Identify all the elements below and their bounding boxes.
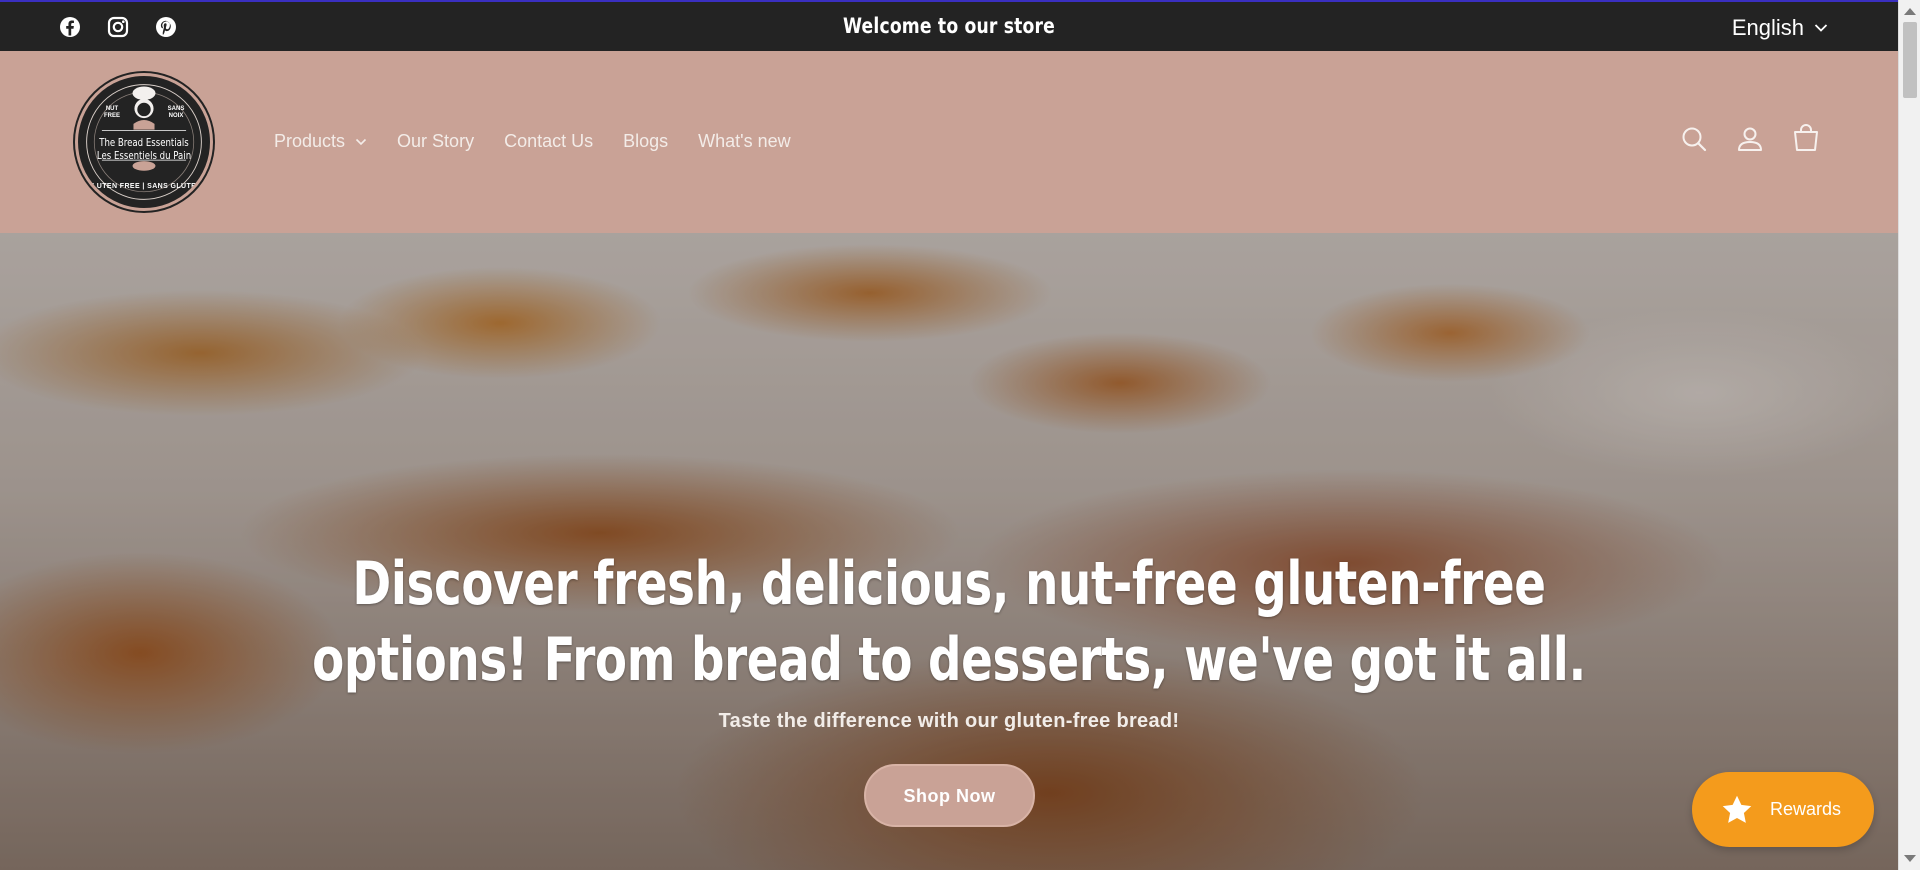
- scrollbar-thumb[interactable]: [1903, 22, 1917, 98]
- page: Welcome to our store English NUT FREE SA…: [0, 0, 1898, 870]
- logo-name-line1: The Bread Essentials: [99, 136, 189, 149]
- search-icon[interactable]: [1680, 124, 1708, 154]
- account-icon[interactable]: [1736, 124, 1764, 154]
- nav-item-label: What's new: [698, 131, 791, 151]
- logo-name: The Bread Essentials Les Essentiels du P…: [93, 136, 196, 162]
- announcement-bar: Welcome to our store English: [0, 0, 1898, 51]
- chevron-down-icon: [1814, 24, 1828, 32]
- instagram-icon[interactable]: [106, 15, 130, 39]
- header-actions: [1680, 124, 1820, 154]
- shop-now-button[interactable]: Shop Now: [864, 764, 1035, 827]
- nav-item-blogs[interactable]: Blogs: [623, 131, 668, 152]
- social-links: [58, 15, 178, 39]
- language-selector[interactable]: English: [1732, 15, 1828, 41]
- main-nav: Products Our Story Contact Us Blogs What…: [274, 131, 791, 152]
- hero-title-line1: Discover fresh, delicious, nut-free glut…: [352, 549, 1546, 619]
- language-label: English: [1731, 15, 1804, 40]
- hero-banner: Discover fresh, delicious, nut-free glut…: [0, 233, 1898, 870]
- nav-item-our-story[interactable]: Our Story: [397, 131, 474, 152]
- page-scrollbar[interactable]: [1898, 0, 1920, 870]
- logo-name-line2: Les Essentiels du Pain: [96, 149, 192, 162]
- cart-icon[interactable]: [1792, 124, 1820, 154]
- announcement-text: Welcome to our store: [842, 14, 1056, 38]
- logo-tag-nut-free: NUT FREE: [103, 106, 120, 119]
- star-icon: [1722, 795, 1752, 823]
- hero-title-line2: options! From bread to desserts, we've g…: [312, 625, 1586, 695]
- nav-item-products[interactable]: Products: [274, 131, 367, 152]
- nav-item-contact-us[interactable]: Contact Us: [504, 131, 593, 152]
- hero-subtitle: Taste the difference with our gluten-fre…: [718, 710, 1180, 732]
- nav-item-label: Blogs: [623, 131, 669, 151]
- rewards-button[interactable]: Rewards: [1692, 772, 1874, 847]
- nav-item-label: Our Story: [397, 131, 475, 151]
- nav-item-label: Products: [274, 131, 346, 151]
- nav-item-whats-new[interactable]: What's new: [698, 131, 790, 152]
- logo-tag-sans-noix: SANS NOIX: [167, 106, 185, 119]
- scroll-up-icon[interactable]: [1904, 8, 1916, 15]
- hero-title: Discover fresh, delicious, nut-free glut…: [209, 546, 1689, 698]
- rewards-label: Rewards: [1770, 799, 1842, 819]
- logo-tagline: GLUTEN FREE | SANS GLUTEN: [86, 183, 202, 190]
- nav-item-label: Contact Us: [504, 131, 594, 151]
- scroll-down-icon[interactable]: [1904, 855, 1916, 862]
- chevron-down-icon: [355, 138, 367, 145]
- site-header: NUT FREE SANS NOIX The Bread Essentials …: [0, 51, 1898, 233]
- facebook-icon[interactable]: [58, 15, 82, 39]
- store-logo[interactable]: NUT FREE SANS NOIX The Bread Essentials …: [75, 73, 213, 211]
